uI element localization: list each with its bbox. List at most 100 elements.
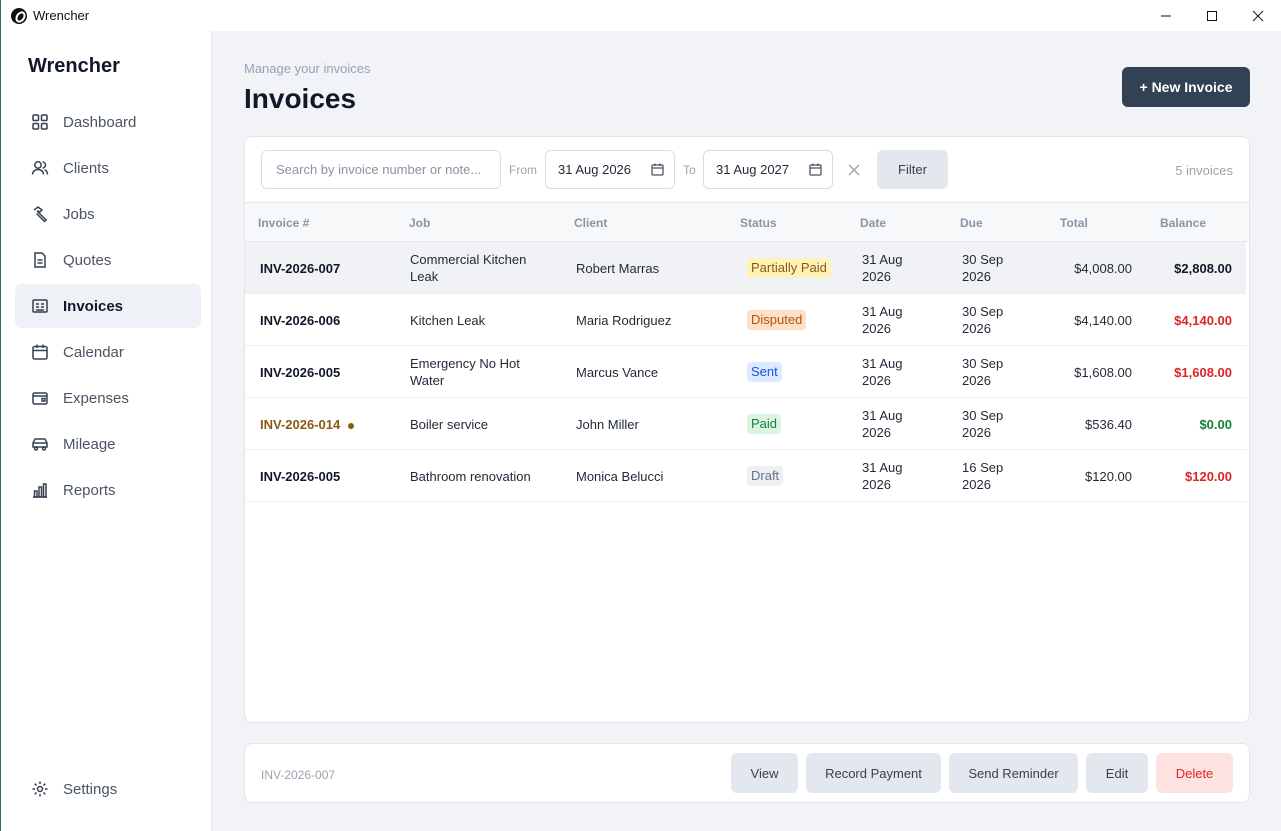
action-bar: INV-2026-007 View Record Payment Send Re… [244,743,1250,803]
date-cell-line: 31 Aug [862,252,903,267]
table-row[interactable]: INV-2026-014 Boiler service John Miller Pai… [245,398,1246,450]
app-logo-icon [11,7,27,24]
date-cell-line: 2026 [862,373,891,388]
users-icon [31,161,49,175]
client-cell: Maria Rodriguez [576,313,672,328]
table-row[interactable]: INV-2026-007 Commercial Kitchen Leak Robert… [245,242,1246,294]
date-cell-line: 2026 [862,425,891,440]
due-cell-line: 2026 [962,269,991,284]
sidebar-item-settings[interactable]: Settings [15,767,201,811]
to-date-picker[interactable]: 31 Aug 2027 [703,150,833,189]
date-cell: 31 Aug 2026 [862,303,903,337]
table-row[interactable]: INV-2026-006 Kitchen Leak Maria Rodriguez D… [245,294,1246,346]
due-cell: 30 Sep 2026 [962,407,1003,441]
view-button[interactable]: View [731,753,798,793]
table-row[interactable]: INV-2026-005 Bathroom renovation Monica Be… [245,450,1246,502]
sidebar-item-clients[interactable]: Clients [15,146,201,190]
maximize-button[interactable] [1189,0,1235,31]
warning-dot-icon [348,422,355,429]
sidebar-item-expenses[interactable]: Expenses [15,376,201,420]
send-reminder-button[interactable]: Send Reminder [949,753,1078,793]
column-header-invoice[interactable]: Invoice # [258,216,309,230]
invoice-number: INV-2026-014 [260,417,341,432]
new-invoice-button[interactable]: + New Invoice [1122,67,1250,107]
maximize-icon [1207,10,1217,21]
balance-cell: $1,608.00 [1174,365,1232,380]
status-badge: Draft [747,466,784,486]
invoice-icon [32,299,48,313]
gear-icon [32,781,48,797]
total-cell: $1,608.00 [1074,365,1132,380]
wallet-icon [32,392,48,405]
close-icon [1252,10,1264,21]
column-header-total[interactable]: Total [1060,216,1088,230]
calendar-icon [809,163,822,176]
window-title: Wrencher [33,8,90,23]
job-cell: Commercial Kitchen Leak [410,251,526,285]
sidebar-item-invoices[interactable]: Invoices [15,284,201,328]
invoice-number: INV-2026-005 [260,469,341,484]
job-cell: Bathroom renovation [410,468,531,485]
sidebar-item-label: Jobs [63,205,95,223]
sidebar-item-jobs[interactable]: Jobs [15,192,201,236]
due-cell: 30 Sep 2026 [962,251,1003,285]
document-icon [34,252,46,268]
balance-cell: $4,140.00 [1174,313,1232,328]
sidebar-item-calendar[interactable]: Calendar [15,330,201,374]
date-cell: 31 Aug 2026 [862,251,903,285]
sidebar-item-reports[interactable]: Reports [15,468,201,512]
status-badge: Disputed [747,310,807,330]
sidebar-item-label: Reports [63,481,116,499]
due-cell: 16 Sep 2026 [962,459,1003,493]
filter-button[interactable]: Filter [877,150,948,189]
search-input[interactable] [261,150,501,189]
sidebar-item-dashboard[interactable]: Dashboard [15,100,201,144]
due-cell-line: 30 Sep [962,252,1004,267]
date-cell-line: 31 Aug [862,408,903,423]
due-cell-line: 30 Sep [962,304,1004,319]
settings-nav: Settings [15,767,201,813]
client-cell: Monica Belucci [576,469,664,484]
date-cell-line: 2026 [862,269,891,284]
window-controls [1143,0,1281,31]
due-cell: 30 Sep 2026 [962,303,1003,337]
column-header-balance[interactable]: Balance [1160,216,1206,230]
sidebar-item-quotes[interactable]: Quotes [15,238,201,282]
main-content: Manage your invoices Invoices + New Invo… [212,31,1281,831]
invoice-number: INV-2026-006 [260,313,341,328]
table-header: Invoice # Job Client Status Date Due Tot… [245,202,1249,242]
page-subtitle: Manage your invoices [244,61,371,76]
column-header-client[interactable]: Client [574,216,607,230]
from-date-picker[interactable]: 31 Aug 2026 [545,150,675,189]
close-window-button[interactable] [1235,0,1281,31]
minimize-button[interactable] [1143,0,1189,31]
clear-dates-button[interactable] [845,161,863,179]
job-cell-line: Emergency No Hot [410,356,520,371]
column-header-status[interactable]: Status [740,216,777,230]
invoice-number-cell: INV-2026-007 [260,260,340,277]
window-titlebar: Wrencher [0,0,1281,31]
column-header-date[interactable]: Date [860,216,886,230]
balance-cell: $0.00 [1199,417,1232,432]
delete-button[interactable]: Delete [1156,753,1233,793]
date-cell-line: 31 Aug [862,356,903,371]
due-cell-line: 2026 [962,321,991,336]
due-cell-line: 2026 [962,477,991,492]
edit-button[interactable]: Edit [1086,753,1148,793]
sidebar-item-label: Clients [63,159,109,177]
table-row[interactable]: INV-2026-005 Emergency No Hot Water Marcus … [245,346,1246,398]
record-payment-button[interactable]: Record Payment [806,753,941,793]
date-cell: 31 Aug 2026 [862,355,903,389]
from-label: From [509,163,537,177]
column-header-due[interactable]: Due [960,216,983,230]
due-cell-line: 2026 [962,425,991,440]
bar-chart-icon [33,483,47,498]
due-cell-line: 30 Sep [962,408,1004,423]
sidebar-item-mileage[interactable]: Mileage [15,422,201,466]
dashboard-icon [32,114,48,130]
job-cell-line: Bathroom renovation [410,469,531,484]
job-cell: Kitchen Leak [410,312,485,329]
total-cell: $4,140.00 [1074,313,1132,328]
column-header-job[interactable]: Job [409,216,430,230]
date-cell: 31 Aug 2026 [862,459,903,493]
